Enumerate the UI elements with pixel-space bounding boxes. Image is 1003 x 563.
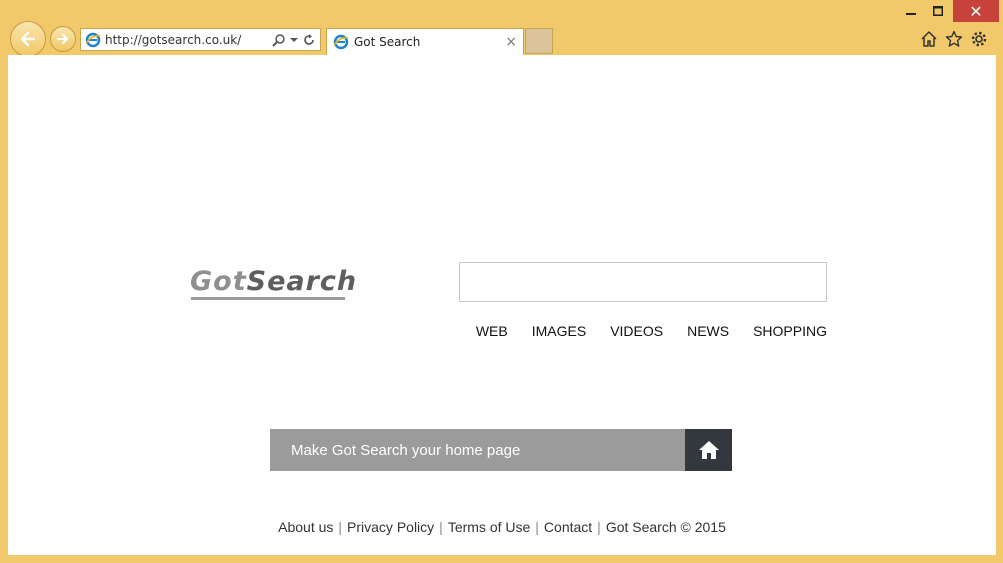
maximize-button[interactable]: [927, 0, 949, 22]
search-icon[interactable]: [271, 32, 287, 48]
make-homepage-banner[interactable]: Make Got Search your home page: [270, 429, 732, 471]
footer-link-contact[interactable]: Contact: [544, 519, 592, 535]
footer-separator: |: [338, 519, 343, 535]
ie-logo-icon: [333, 34, 349, 50]
logo-search: Search: [246, 266, 358, 297]
footer-copyright: Got Search © 2015: [605, 519, 726, 535]
footer-separator: |: [597, 519, 601, 535]
footer-separator: |: [535, 519, 539, 535]
home-icon[interactable]: [920, 30, 938, 48]
make-homepage-button[interactable]: [685, 429, 732, 471]
logo-got: Got: [190, 266, 247, 297]
forward-button[interactable]: [50, 26, 76, 52]
tab-got-search[interactable]: Got Search ×: [326, 28, 524, 55]
dropdown-arrow-icon[interactable]: [290, 32, 298, 48]
address-url[interactable]: http://gotsearch.co.uk/: [105, 33, 271, 47]
page-viewport: GotSearch WEB IMAGES VIDEOS NEWS SHOPPIN…: [8, 55, 996, 555]
new-tab-button[interactable]: [525, 28, 553, 54]
logo-underline: [191, 297, 345, 300]
back-button[interactable]: [10, 21, 46, 57]
maximize-icon: [933, 6, 943, 16]
vertical-web[interactable]: WEB: [476, 323, 508, 339]
browser-chrome: http://gotsearch.co.uk/ Got Search × ✕: [0, 0, 1003, 57]
ie-logo-icon: [85, 32, 101, 47]
make-homepage-label[interactable]: Make Got Search your home page: [270, 429, 685, 471]
settings-gear-icon[interactable]: [970, 30, 988, 48]
footer-link-terms[interactable]: Terms of Use: [448, 519, 530, 535]
home-icon: [698, 441, 719, 459]
search-verticals: WEB IMAGES VIDEOS NEWS SHOPPING: [459, 323, 827, 339]
tab-title: Got Search: [354, 35, 421, 49]
tab-close-icon[interactable]: ×: [505, 35, 517, 49]
minimize-icon: [906, 13, 916, 15]
search-input[interactable]: [459, 262, 827, 302]
address-bar[interactable]: http://gotsearch.co.uk/: [80, 28, 321, 51]
footer-link-about[interactable]: About us: [278, 519, 333, 535]
minimize-button[interactable]: [900, 0, 922, 22]
vertical-images[interactable]: IMAGES: [532, 323, 586, 339]
close-window-button[interactable]: ✕: [953, 0, 999, 22]
arrow-left-icon: [20, 31, 36, 47]
vertical-news[interactable]: NEWS: [687, 323, 729, 339]
vertical-videos[interactable]: VIDEOS: [610, 323, 663, 339]
vertical-shopping[interactable]: SHOPPING: [753, 323, 827, 339]
refresh-icon[interactable]: [301, 32, 317, 48]
favorites-star-icon[interactable]: [945, 30, 963, 48]
footer-separator: |: [439, 519, 443, 535]
arrow-right-icon: [57, 34, 68, 44]
got-search-logo[interactable]: GotSearch: [190, 267, 356, 303]
footer-link-privacy[interactable]: Privacy Policy: [347, 519, 434, 535]
footer: About us | Privacy Policy | Terms of Use | Con…: [8, 519, 996, 535]
